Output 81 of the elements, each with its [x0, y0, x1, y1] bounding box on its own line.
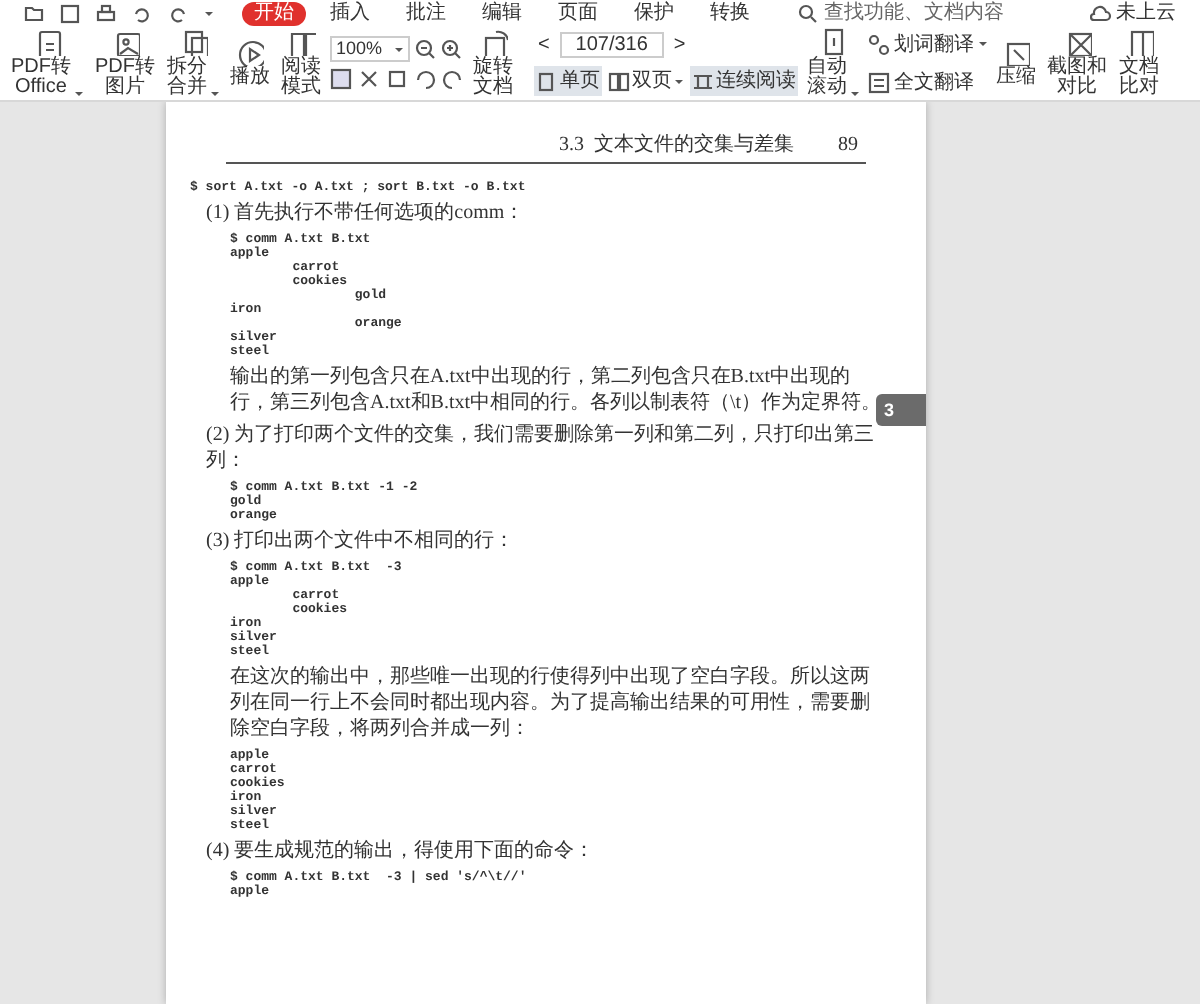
button-label: 文档比对 — [1118, 58, 1160, 98]
continuous-icon[interactable] — [692, 71, 714, 91]
zoom-in-icon[interactable] — [440, 38, 462, 60]
caret-icon[interactable] — [204, 9, 214, 17]
button-label: 拆分合并 — [166, 58, 208, 98]
button-label: 压缩 — [996, 68, 1036, 88]
document-icon[interactable] — [33, 28, 61, 56]
caret-icon[interactable] — [74, 90, 84, 98]
fit-width-icon[interactable] — [358, 68, 380, 90]
view-mode-button[interactable]: 单页 — [534, 66, 602, 96]
rotate-document-icon[interactable] — [479, 28, 507, 56]
menu-tab[interactable]: 转换 — [698, 1, 762, 25]
zoom-field[interactable]: 100% — [330, 36, 410, 62]
toolbar-button[interactable]: 播放 — [228, 38, 272, 88]
screenshot-icon[interactable] — [1063, 28, 1091, 56]
button-label: PDF转Office — [10, 58, 72, 98]
toolbar-button[interactable]: PDF转图片 — [92, 28, 158, 98]
cloud-icon[interactable] — [1090, 3, 1112, 23]
menu-tab[interactable]: 插入 — [318, 1, 382, 25]
translate-button[interactable]: 划词翻译 — [868, 29, 988, 59]
print-icon[interactable] — [96, 3, 116, 23]
fit-page-icon[interactable] — [330, 68, 352, 90]
menu-tab[interactable]: 编辑 — [470, 1, 534, 25]
toolbar-button[interactable]: 拆分合并 — [164, 28, 222, 98]
view-mode-button[interactable]: 连续阅读 — [690, 66, 798, 96]
rotate-left-icon[interactable] — [414, 68, 436, 90]
next-page-button[interactable]: > — [669, 30, 690, 60]
button-label: 截图和对比 — [1046, 58, 1108, 98]
button-label: 播放 — [230, 68, 270, 88]
cloud-status: 未上云 — [1116, 0, 1176, 28]
paragraph: 在这次的输出中，那些唯一出现的行使得列中出现了空白字段。所以这两列在同一行上不会同时都出现内容。为了提高输出结果的可用性，需要删除空白字段，将两列合并成一列： — [228, 664, 872, 742]
caret-icon[interactable] — [210, 90, 220, 98]
translate-icon[interactable] — [868, 33, 890, 55]
running-header: 3.3 文本文件的交集与差集 — [559, 131, 794, 160]
page-number-field[interactable]: 107/316 — [559, 32, 664, 58]
button-label: PDF转图片 — [94, 58, 156, 98]
button-label: 阅读模式 — [280, 58, 322, 98]
caret-icon[interactable] — [394, 45, 404, 53]
compare-icon[interactable] — [1125, 28, 1153, 56]
button-label: 自动滚动 — [806, 58, 848, 98]
document-translate-icon[interactable] — [868, 71, 890, 93]
toolbar-button[interactable]: 自动滚动 — [804, 28, 862, 98]
caret-icon[interactable] — [674, 77, 684, 85]
page-number: 89 — [838, 132, 860, 160]
paragraph: (1) 首先执行不带任何选项的comm： — [204, 200, 527, 226]
previous-page-button[interactable]: < — [534, 30, 554, 60]
caret-icon[interactable] — [850, 90, 860, 98]
folder-icon[interactable] — [24, 3, 44, 23]
book-icon[interactable] — [287, 28, 315, 56]
paragraph: (4) 要生成规范的输出，得使用下面的命令： — [204, 838, 597, 864]
play-icon[interactable] — [236, 38, 264, 66]
toolbar-button[interactable]: 截图和对比 — [1044, 28, 1110, 98]
menu-tab[interactable]: 保护 — [622, 1, 686, 25]
auto-scroll-icon[interactable] — [819, 28, 847, 56]
toolbar-button[interactable]: 压缩 — [994, 38, 1038, 88]
save-icon[interactable] — [60, 3, 80, 23]
frame-icon[interactable] — [386, 68, 408, 90]
paragraph: (2) 为了打印两个文件的交集，我们需要删除第一列和第二列，只打印出第三列： — [204, 422, 877, 474]
toolbar-button[interactable]: 阅读模式 — [278, 28, 324, 98]
rotate-right-icon[interactable] — [442, 68, 464, 90]
menu-tab[interactable]: 批注 — [394, 1, 458, 25]
undo-icon[interactable] — [132, 3, 152, 23]
caret-icon[interactable] — [978, 40, 988, 48]
compress-icon[interactable] — [1002, 38, 1030, 66]
toolbar-button[interactable]: 旋转文档 — [470, 28, 516, 98]
button-label: 旋转文档 — [472, 58, 514, 98]
menu-tab[interactable]: 开始 — [242, 1, 306, 25]
toolbar-button[interactable]: 文档比对 — [1116, 28, 1162, 98]
image-icon[interactable] — [111, 28, 139, 56]
search-icon[interactable] — [798, 3, 818, 23]
menu-tab[interactable]: 页面 — [546, 1, 610, 25]
pages-icon[interactable] — [179, 28, 207, 56]
translate-button[interactable]: 全文翻译 — [868, 67, 988, 97]
view-mode-button[interactable]: 双页 — [606, 66, 686, 96]
double-page-icon[interactable] — [608, 71, 630, 91]
toolbar-button[interactable]: PDF转Office — [8, 28, 86, 98]
zoom-out-icon[interactable] — [414, 38, 436, 60]
single-page-icon[interactable] — [536, 71, 558, 91]
paragraph: (3) 打印出两个文件中不相同的行： — [204, 528, 517, 554]
search-field[interactable]: 查找功能、文档内容 — [798, 0, 1044, 28]
redo-icon[interactable] — [168, 3, 188, 23]
